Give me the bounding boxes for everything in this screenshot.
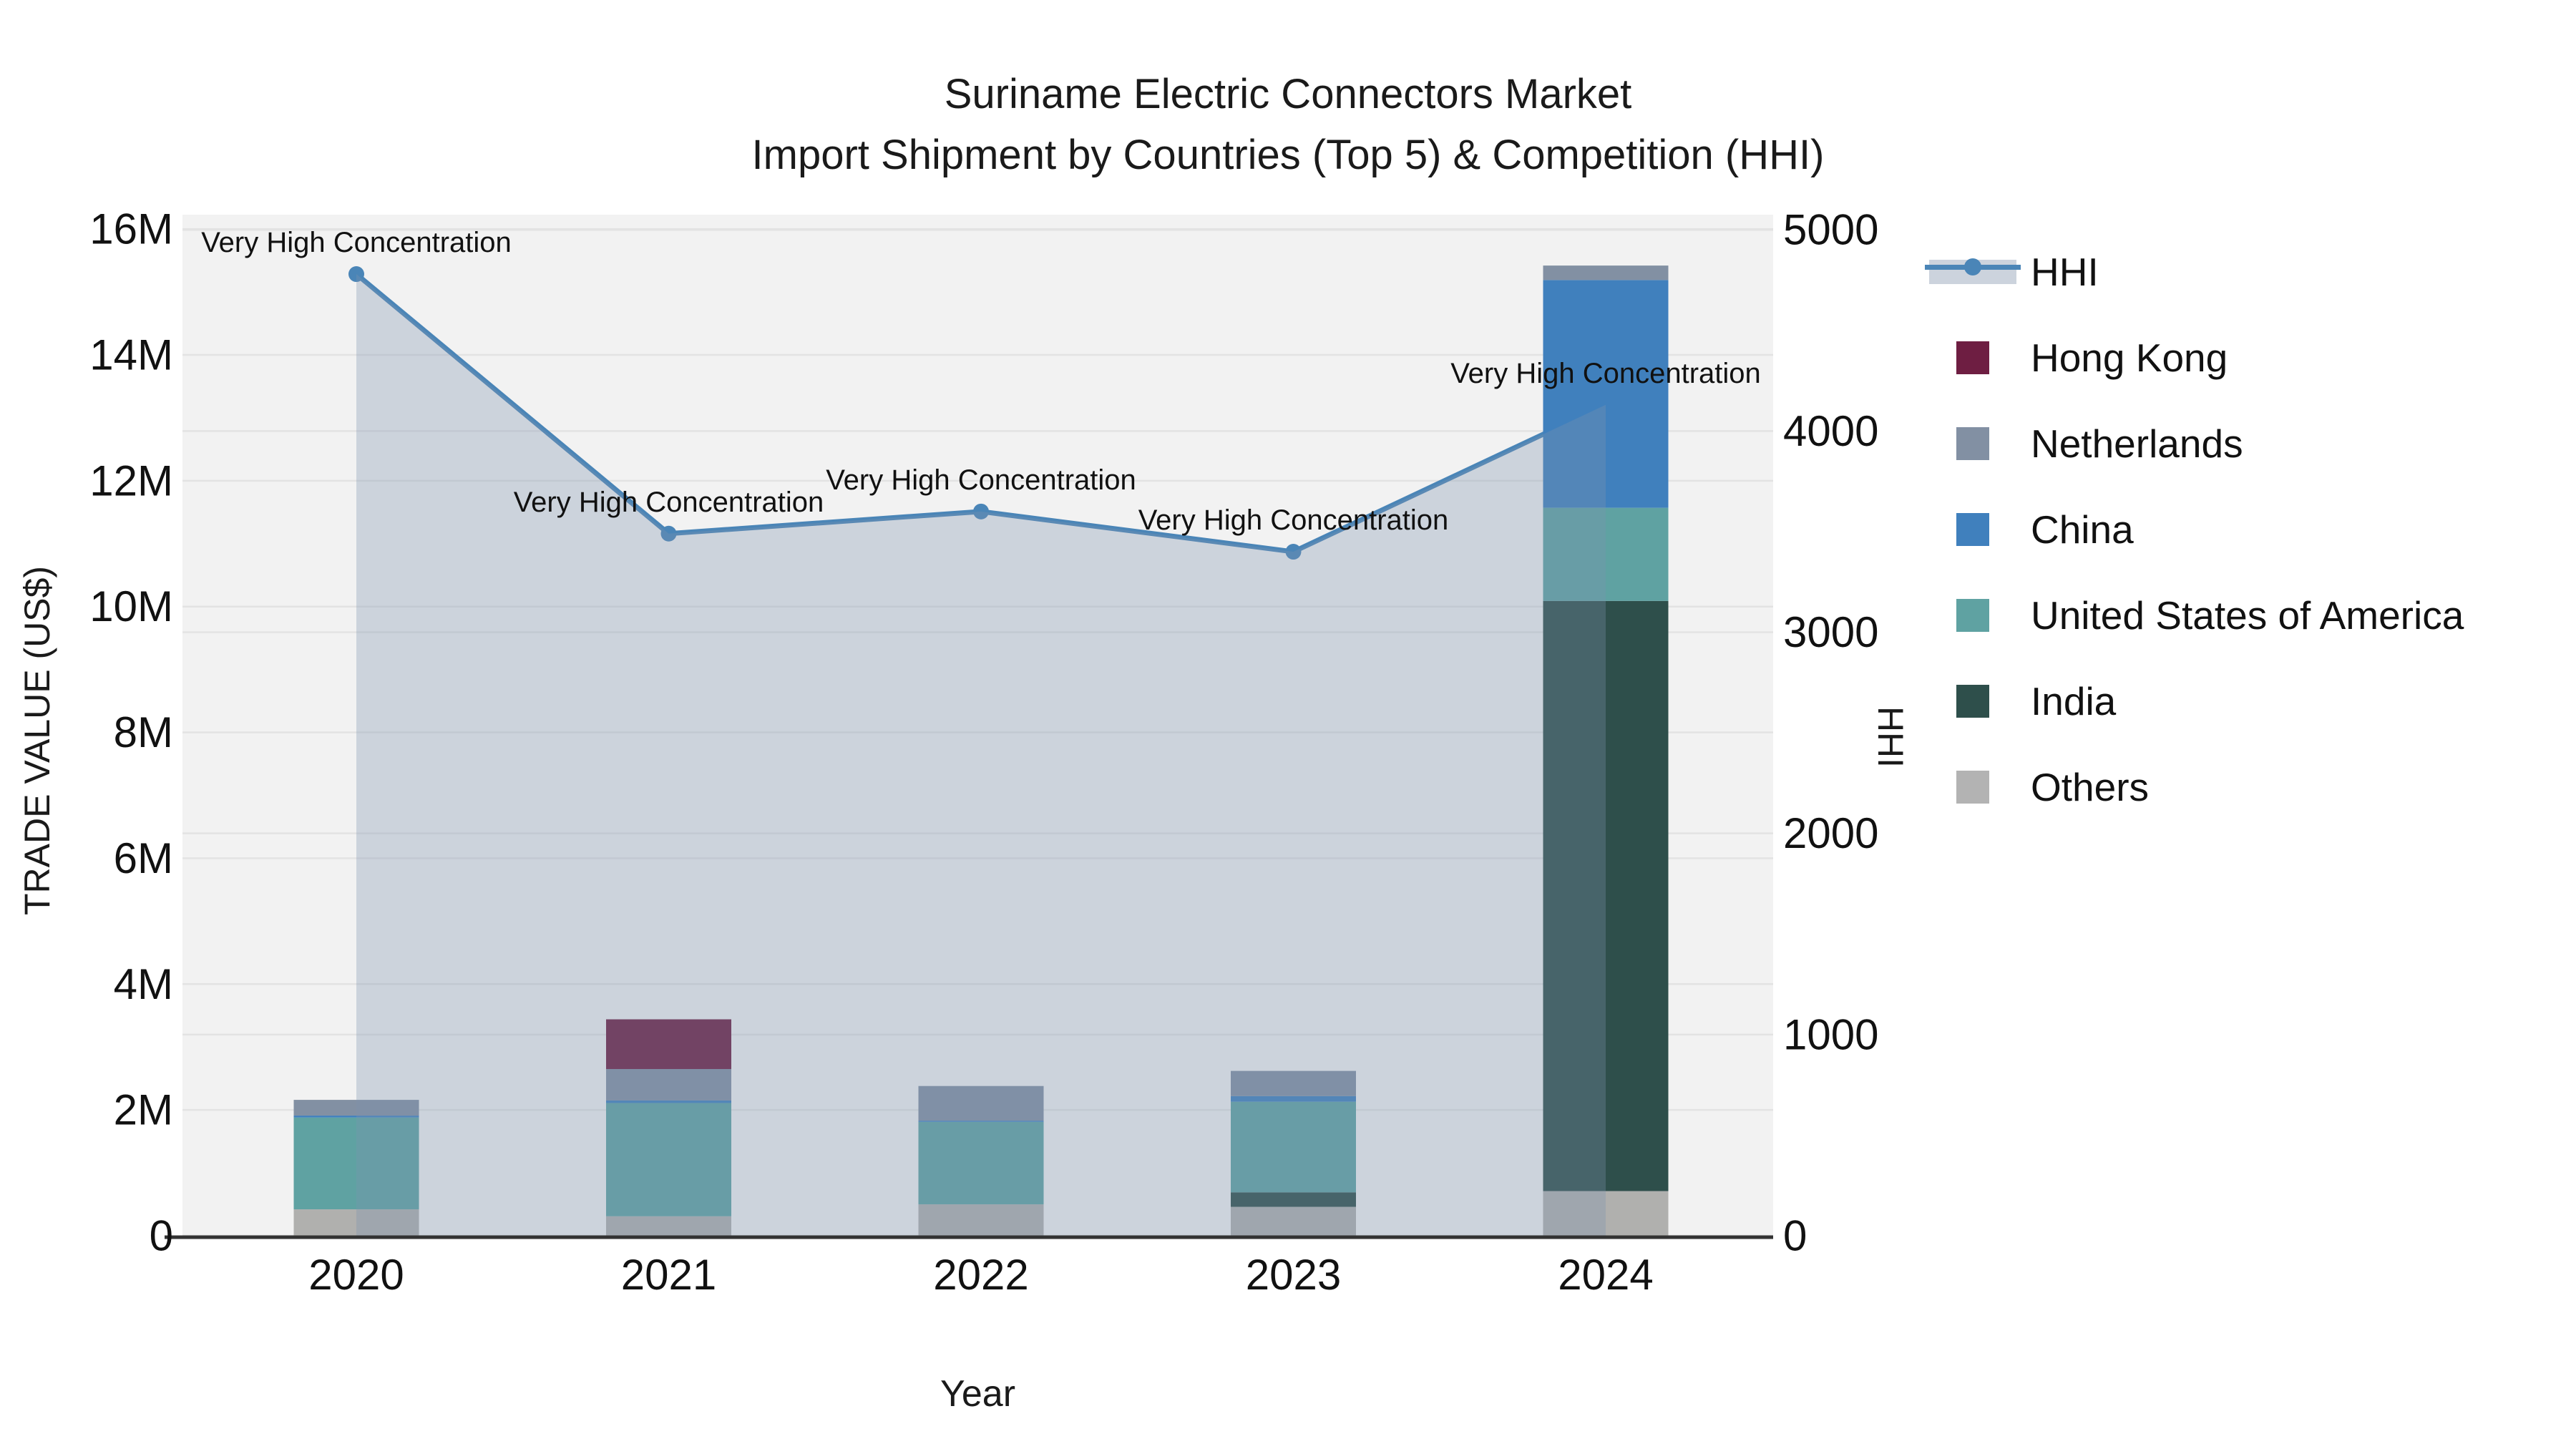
hhi-marker-icon [1964,258,1981,275]
y-right-tick-label: 3000 [1783,608,1878,656]
annotation-text: Very High Concentration [1138,504,1449,536]
hhi-line-legend-sample [1925,258,2021,284]
annotation-text: Very High Concentration [826,464,1136,496]
others-swatch [1956,771,1989,804]
bar-segment-netherlands-2024 [1543,265,1669,280]
y-left-tick-label: 0 [150,1212,173,1260]
china-swatch [1956,513,1989,546]
legend-label: India [2031,679,2117,723]
y-left-tick-label: 4M [114,960,173,1008]
y-right-tick-label: 5000 [1783,206,1878,254]
y-axis-left-title: TRADE VALUE (US$) [17,565,57,916]
y-left-tick-label: 2M [114,1086,173,1134]
legend-item-usa: United States of America [1925,572,2464,658]
annotation-text: Very High Concentration [1450,358,1761,389]
y-right-tick-label: 2000 [1783,809,1878,857]
y-left-tick-label: 8M [114,708,173,756]
hong-kong-swatch [1956,341,1989,374]
legend-label: Others [2031,765,2150,809]
y-right-tick-label: 4000 [1783,407,1878,455]
y-left-tick-label: 6M [114,834,173,882]
annotation-text: Very High Concentration [514,487,824,518]
annotation-text: Very High Concentration [201,227,512,258]
y-left-tick-label: 16M [89,205,173,253]
legend-item-netherlands: Netherlands [1925,401,2464,487]
x-tick-label: 2021 [621,1251,716,1299]
x-axis-title: Year [940,1373,1016,1415]
y-axis-right-title: HHI [1870,706,1911,769]
legend-label: Hong Kong [2031,336,2228,380]
x-tick-label: 2020 [308,1251,404,1299]
legend-item-others: Others [1925,744,2464,830]
x-tick-label: 2023 [1246,1251,1341,1299]
netherlands-swatch [1956,427,1989,460]
chart-legend: HHI Hong Kong Netherlands China United S… [1925,229,2464,830]
chart-figure: Suriname Electric Connectors Market Impo… [0,0,2576,1449]
legend-label: HHI [2031,250,2099,294]
legend-item-india: India [1925,658,2464,744]
y-left-tick-label: 12M [89,457,173,504]
india-swatch [1956,685,1989,718]
x-tick-label: 2022 [933,1251,1028,1299]
y-right-tick-label: 1000 [1783,1010,1878,1058]
x-tick-label: 2024 [1558,1251,1653,1299]
legend-label: Netherlands [2031,421,2243,466]
y-right-tick-label: 0 [1783,1212,1807,1260]
legend-item-china: China [1925,487,2464,572]
legend-label: China [2031,507,2134,552]
y-left-tick-label: 14M [89,331,173,379]
legend-item-hhi: HHI [1925,229,2464,315]
hhi-area-swatch [1925,258,2021,284]
y-left-tick-label: 10M [89,582,173,630]
usa-swatch [1956,599,1989,632]
legend-item-hong-kong: Hong Kong [1925,315,2464,401]
legend-label: United States of America [2031,593,2464,638]
